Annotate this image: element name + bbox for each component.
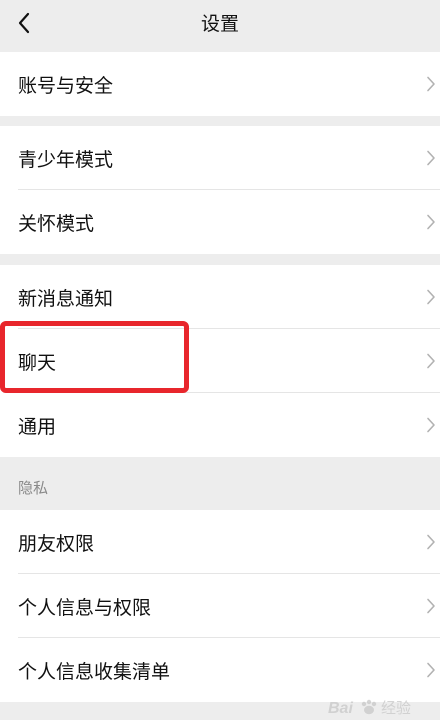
svg-text:Bai: Bai (328, 700, 353, 717)
back-button[interactable] (6, 5, 42, 41)
settings-group-account: 账号与安全 (0, 52, 440, 116)
settings-item-label: 个人信息与权限 (18, 596, 152, 619)
settings-item-general[interactable]: 通用 (0, 393, 440, 457)
settings-item-personal-info-list[interactable]: 个人信息收集清单 (0, 638, 440, 702)
section-header-privacy: 隐私 (0, 458, 440, 510)
chevron-right-icon (427, 76, 435, 92)
settings-item-chat[interactable]: 聊天 (0, 329, 440, 393)
settings-group-general: 新消息通知 聊天 通用 (0, 265, 440, 457)
settings-group-privacy: 朋友权限 个人信息与权限 个人信息收集清单 (0, 510, 440, 702)
settings-item-label: 账号与安全 (18, 74, 114, 97)
settings-item-account-security[interactable]: 账号与安全 (0, 52, 440, 116)
settings-item-new-message-notification[interactable]: 新消息通知 (0, 265, 440, 329)
chevron-left-icon (18, 12, 30, 34)
chevron-right-icon (427, 417, 435, 433)
chevron-right-icon (427, 598, 435, 614)
baidu-jingyan-watermark: Bai 经验 (328, 699, 411, 717)
svg-text:经验: 经验 (381, 699, 411, 717)
settings-item-care-mode[interactable]: 关怀模式 (0, 190, 440, 254)
settings-item-label: 新消息通知 (18, 287, 114, 310)
navigation-bar: 设置 (0, 0, 440, 50)
settings-item-teen-mode[interactable]: 青少年模式 (0, 126, 440, 190)
chevron-right-icon (427, 534, 435, 550)
chevron-right-icon (427, 353, 435, 369)
settings-item-personal-info-permissions[interactable]: 个人信息与权限 (0, 574, 440, 638)
chevron-right-icon (427, 150, 435, 166)
chevron-right-icon (427, 662, 435, 678)
settings-item-friend-permissions[interactable]: 朋友权限 (0, 510, 440, 574)
section-header-label: 隐私 (18, 479, 49, 497)
settings-group-modes: 青少年模式 关怀模式 (0, 126, 440, 254)
settings-item-label: 个人信息收集清单 (18, 660, 171, 683)
chevron-right-icon (427, 289, 435, 305)
settings-item-label: 聊天 (18, 351, 57, 374)
chevron-right-icon (427, 214, 435, 230)
settings-item-label: 关怀模式 (18, 212, 95, 235)
settings-item-label: 通用 (18, 415, 57, 438)
settings-item-label: 朋友权限 (18, 532, 95, 555)
settings-item-label: 青少年模式 (18, 148, 114, 171)
page-title: 设置 (200, 13, 239, 35)
